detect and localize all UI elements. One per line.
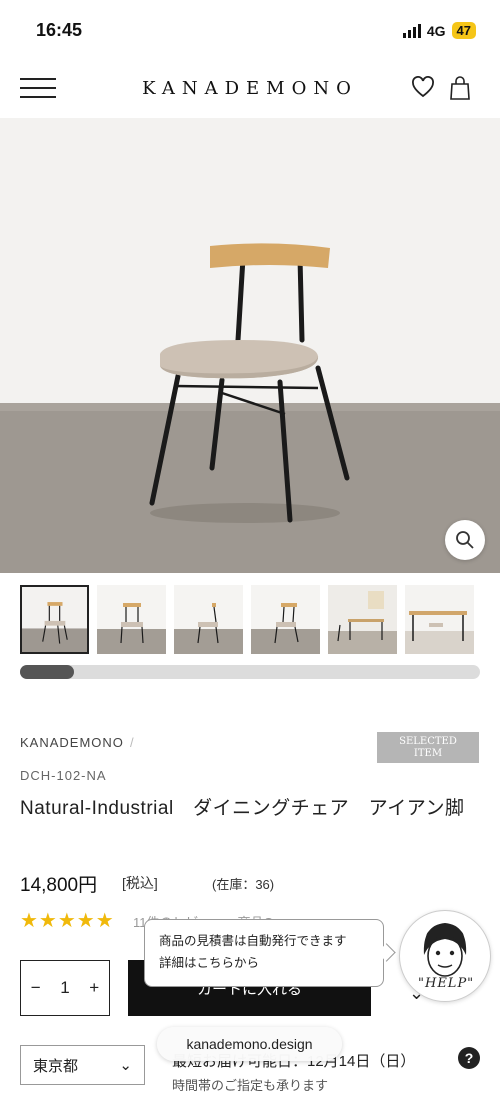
popup-line-2: 詳細はこちらから [159,956,260,970]
thumbnail[interactable] [405,585,474,654]
browser-url-bar[interactable]: kanademono.design [157,1027,342,1061]
thumbnail-scrollbar-track[interactable] [20,665,480,679]
chevron-down-icon: ⌄ [119,1057,132,1074]
thumbnail[interactable] [251,585,320,654]
popup-line-1: 商品の見積書は自動発行できます [159,934,347,948]
region-select[interactable]: 東京都 ⌄ [20,1045,145,1085]
brand-name[interactable]: KANADEMONO [20,735,124,750]
chevron-down-icon[interactable]: ⌄ [409,983,424,1004]
thumbnail[interactable] [20,585,89,654]
quote-popup[interactable]: 商品の見積書は自動発行できます 詳細はこちらから [144,919,384,987]
status-indicators: 4G 47 [402,22,476,39]
badge-line-1: SELECTED [399,735,457,747]
product-main-image[interactable] [0,118,500,573]
shopping-bag-icon[interactable] [449,76,471,105]
thumbnail[interactable] [328,585,397,654]
question-icon[interactable]: ? [458,1047,480,1069]
thumbnail-scrollbar-handle[interactable] [20,665,74,679]
status-time: 16:45 [36,20,83,40]
thumbnail[interactable] [97,585,166,654]
quantity-value[interactable]: 1 [60,978,69,998]
brand-separator: / [130,735,134,750]
quantity-stepper[interactable]: − 1 + [20,960,110,1016]
selected-item-badge: SELECTED ITEM [377,732,479,763]
heart-icon[interactable] [411,76,435,103]
tax-label: [税込] [122,875,158,891]
product-title: Natural-Industrial ダイニングチェア アイアン脚 [20,798,465,819]
quantity-minus-button[interactable]: − [31,978,41,998]
battery-level: 47 [451,22,476,39]
stock-count: (在庫：36) [212,877,275,892]
help-label[interactable]: "HELP" [418,976,474,991]
region-value: 東京都 [33,1057,79,1075]
product-sku: DCH-102-NA [20,768,107,783]
product-price: 14,800円 [20,875,98,896]
signal-icon [402,23,421,38]
rating-stars[interactable]: ★★★★★ [20,908,115,933]
quantity-plus-button[interactable]: + [89,978,99,998]
badge-line-2: ITEM [413,747,443,759]
thumbnail-strip[interactable] [20,585,500,655]
thumbnail[interactable] [174,585,243,654]
network-type: 4G [426,22,446,39]
delivery-note: 時間帯のご指定も承ります [172,1078,329,1093]
magnifier-icon[interactable] [445,520,485,560]
